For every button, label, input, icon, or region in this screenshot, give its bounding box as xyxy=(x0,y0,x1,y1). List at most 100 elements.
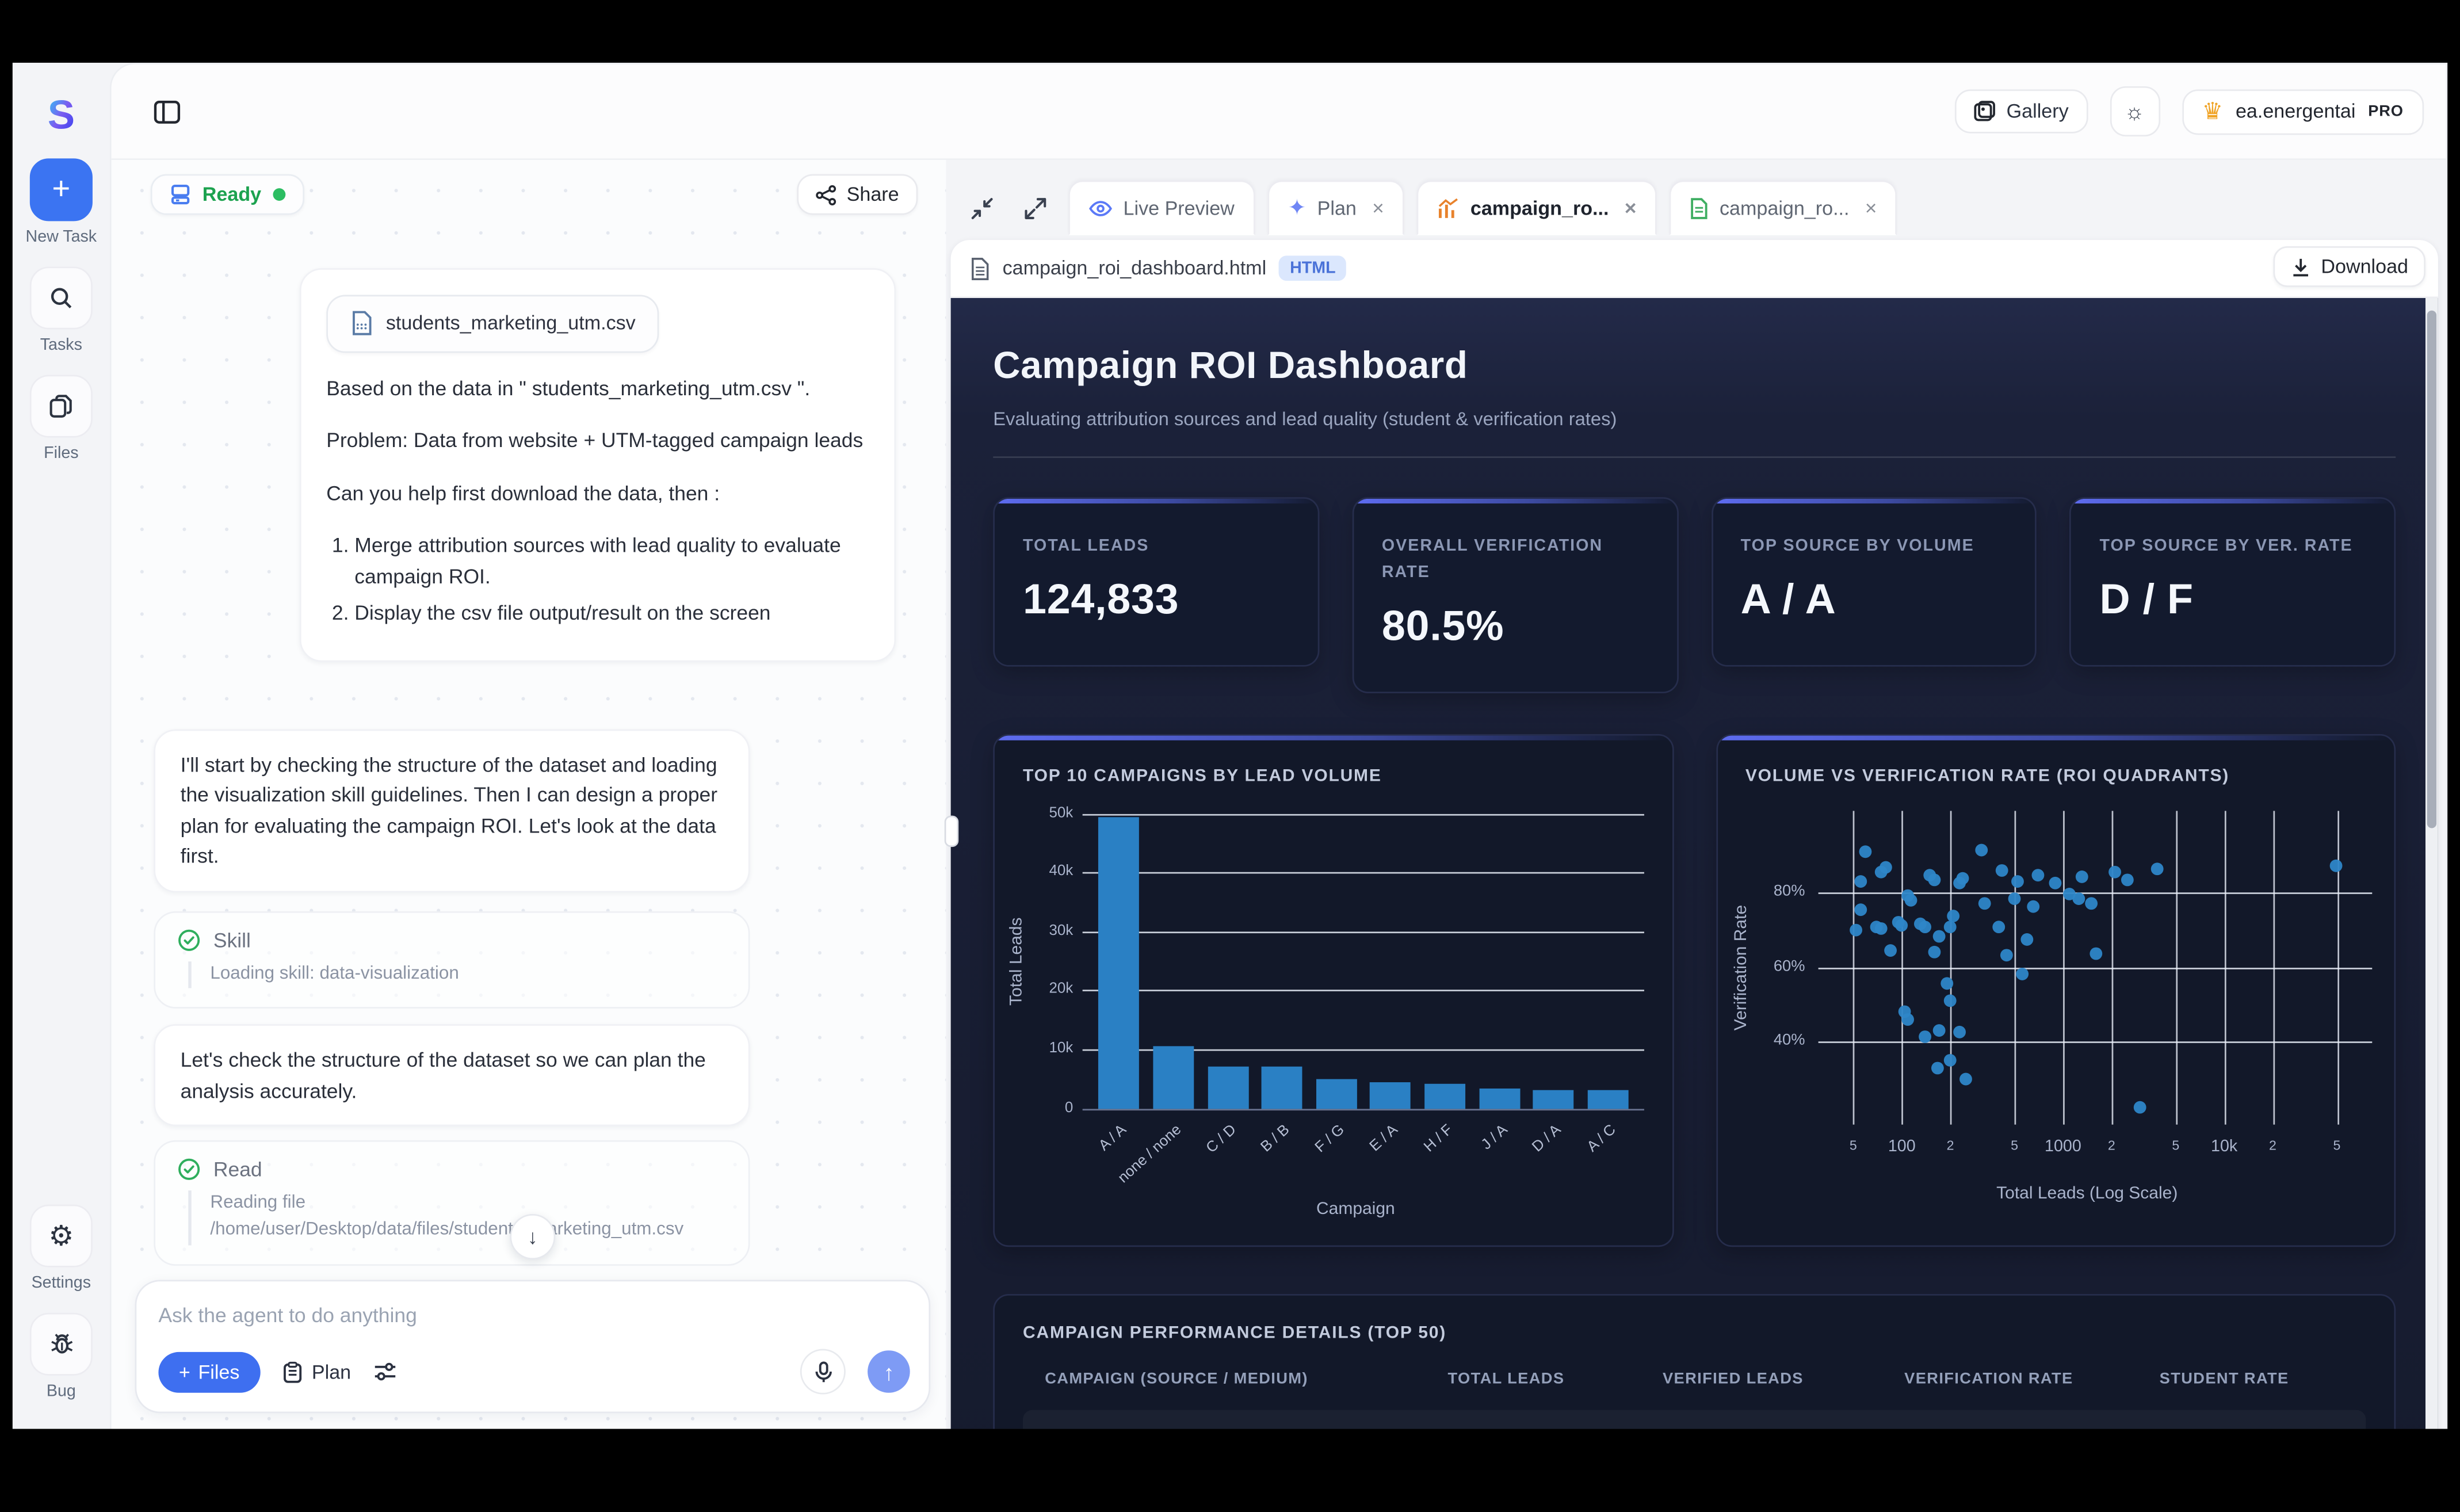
top-bar: Gallery ☼ ♛ ea.energentai PRO xyxy=(112,64,2446,160)
data-point xyxy=(2075,871,2088,884)
axis-tick-label: 60% xyxy=(1742,958,1805,975)
bar[interactable] xyxy=(1153,1047,1194,1109)
bar[interactable] xyxy=(1099,817,1140,1108)
bar[interactable] xyxy=(1370,1083,1411,1108)
data-point xyxy=(1996,864,2008,877)
tab-campaign-ro-[interactable]: campaign_ro...× xyxy=(1670,181,1897,235)
file-attachment-chip[interactable]: students_marketing_utm.csv xyxy=(326,295,659,353)
tool-card-read[interactable]: ReadReading file /home/user/Desktop/data… xyxy=(154,1140,750,1265)
file-name: campaign_roi_dashboard.html xyxy=(1003,257,1267,279)
sidebar-item-files[interactable]: Files xyxy=(26,375,97,463)
data-point xyxy=(1928,874,1941,887)
bar[interactable] xyxy=(1479,1088,1519,1108)
mic-button[interactable] xyxy=(800,1349,846,1394)
table-column-header: VERIFICATION RATE xyxy=(1882,1370,2137,1388)
bar[interactable] xyxy=(1424,1084,1465,1108)
axis-tick-label: 2 xyxy=(2083,1136,2140,1152)
data-point xyxy=(1932,1024,1945,1036)
sidebar-item-settings[interactable]: ⚙ Settings xyxy=(30,1205,93,1293)
chat-messages[interactable]: students_marketing_utm.csvBased on the d… xyxy=(112,235,946,1277)
close-icon[interactable]: × xyxy=(1865,196,1877,220)
data-point xyxy=(1919,1030,1932,1043)
axis-tick-label: 40k xyxy=(1010,863,1073,880)
table-title: CAMPAIGN PERFORMANCE DETAILS (TOP 50) xyxy=(1023,1323,2366,1342)
add-files-button[interactable]: +Files xyxy=(158,1351,259,1392)
axis-tick-label: 40% xyxy=(1742,1032,1805,1049)
collapse-panel-icon[interactable] xyxy=(962,188,1003,228)
data-point xyxy=(2011,875,2023,888)
table-header: CAMPAIGN (SOURCE / MEDIUM)TOTAL LEADSVER… xyxy=(1023,1370,2366,1388)
x-tick-label: J / A xyxy=(1401,1121,1510,1222)
axis-tick-label: 5 xyxy=(2309,1136,2365,1152)
bar-chart-card: TOP 10 CAMPAIGNS BY LEAD VOLUME 010k20k3… xyxy=(993,734,1673,1246)
share-button[interactable]: Share xyxy=(796,174,918,215)
chat-message-assistant: I'll start by checking the structure of … xyxy=(154,729,750,892)
gridline xyxy=(1083,872,1644,874)
kpi-label: TOP SOURCE BY VER. RATE xyxy=(2099,533,2366,560)
preview-card: campaign_roi_dashboard.html HTML Downloa… xyxy=(951,240,2438,1429)
bar[interactable] xyxy=(1533,1090,1574,1108)
message-list-item: Display the csv file output/result on th… xyxy=(354,598,869,628)
kpi-value: 124,833 xyxy=(1023,575,1289,624)
bug-icon[interactable] xyxy=(30,1313,93,1376)
gallery-button[interactable]: Gallery xyxy=(1955,89,2088,133)
bar[interactable] xyxy=(1207,1066,1248,1108)
sidebar-item-bug[interactable]: Bug xyxy=(30,1313,93,1401)
data-point xyxy=(1931,1062,1943,1074)
data-point xyxy=(2072,893,2085,906)
panel-resize-handle[interactable] xyxy=(945,816,959,847)
account-chip[interactable]: ♛ ea.energentai PRO xyxy=(2182,89,2424,134)
close-icon[interactable]: × xyxy=(1625,196,1637,220)
search-icon[interactable] xyxy=(30,266,93,329)
plus-icon[interactable]: + xyxy=(30,158,93,221)
data-point xyxy=(1905,894,1918,907)
data-point xyxy=(2085,896,2098,909)
table-column-header: STUDENT RATE xyxy=(2137,1370,2366,1388)
chat-panel: Ready Share students_marketing_utm.csvBa… xyxy=(112,160,946,1429)
sidebar-item-new-task[interactable]: +New Task xyxy=(26,158,97,246)
sidebar-item-label: Settings xyxy=(32,1274,91,1293)
data-point xyxy=(1902,1013,1915,1025)
app-window: S +New TaskTasksFiles ⚙SettingsBug Galle… xyxy=(13,63,2447,1429)
tab-label: Plan xyxy=(1317,197,1357,219)
table-column-header: VERIFIED LEADS xyxy=(1641,1370,1882,1388)
check-circle-icon xyxy=(177,1158,201,1181)
table-row[interactable]: A / A493704310787.3%79.9% xyxy=(1023,1410,2366,1429)
bar[interactable] xyxy=(1262,1067,1302,1108)
gallery-icon xyxy=(1973,100,1995,122)
gear-icon[interactable]: ⚙ xyxy=(30,1205,93,1267)
tab-campaign-ro-[interactable]: campaign_ro...× xyxy=(1417,181,1657,235)
chat-input[interactable]: Ask the agent to do anything +Files Plan… xyxy=(135,1280,931,1414)
sidebar-toggle-icon[interactable] xyxy=(146,91,187,132)
scrollbar-thumb[interactable] xyxy=(2427,311,2436,828)
kpi-value: 80.5% xyxy=(1382,602,1648,651)
y-axis-label: Total Leads xyxy=(1007,898,1026,1024)
bar[interactable] xyxy=(1316,1079,1357,1108)
send-button[interactable]: ↑ xyxy=(868,1350,910,1393)
expand-panel-icon[interactable] xyxy=(1015,188,1056,228)
data-point xyxy=(1959,1074,1972,1086)
plan-button[interactable]: Plan xyxy=(282,1361,351,1383)
scroll-to-bottom-button[interactable]: ↓ xyxy=(510,1214,555,1259)
axis-tick-label: 0 xyxy=(1010,1099,1073,1116)
axis-tick-label: 80% xyxy=(1742,883,1805,900)
tool-card-skill[interactable]: SkillLoading skill: data-visualization xyxy=(154,911,750,1009)
sidebar-item-label: Tasks xyxy=(40,335,82,354)
tab-plan[interactable]: ✦Plan× xyxy=(1267,181,1404,235)
status-dot xyxy=(272,188,285,201)
data-point xyxy=(2150,864,2163,876)
bar[interactable] xyxy=(1587,1091,1628,1109)
theme-toggle-button[interactable]: ☼ xyxy=(2110,86,2160,136)
kpi-label: TOP SOURCE BY VOLUME xyxy=(1741,533,2007,560)
preview-scrollbar[interactable] xyxy=(2425,298,2438,1429)
preview-panel: Live Preview✦Plan×campaign_ro...×campaig… xyxy=(946,160,2447,1429)
sidebar-item-label: Bug xyxy=(47,1382,76,1401)
status-badge[interactable]: Ready xyxy=(151,174,304,215)
download-button[interactable]: Download xyxy=(2274,246,2425,287)
workflow-settings-icon[interactable] xyxy=(373,1361,396,1381)
tab-live-preview[interactable]: Live Preview xyxy=(1068,181,1255,235)
copy-icon[interactable] xyxy=(30,375,93,438)
close-icon[interactable]: × xyxy=(1372,196,1384,220)
data-point xyxy=(1875,922,1888,935)
sidebar-item-tasks[interactable]: Tasks xyxy=(26,266,97,354)
